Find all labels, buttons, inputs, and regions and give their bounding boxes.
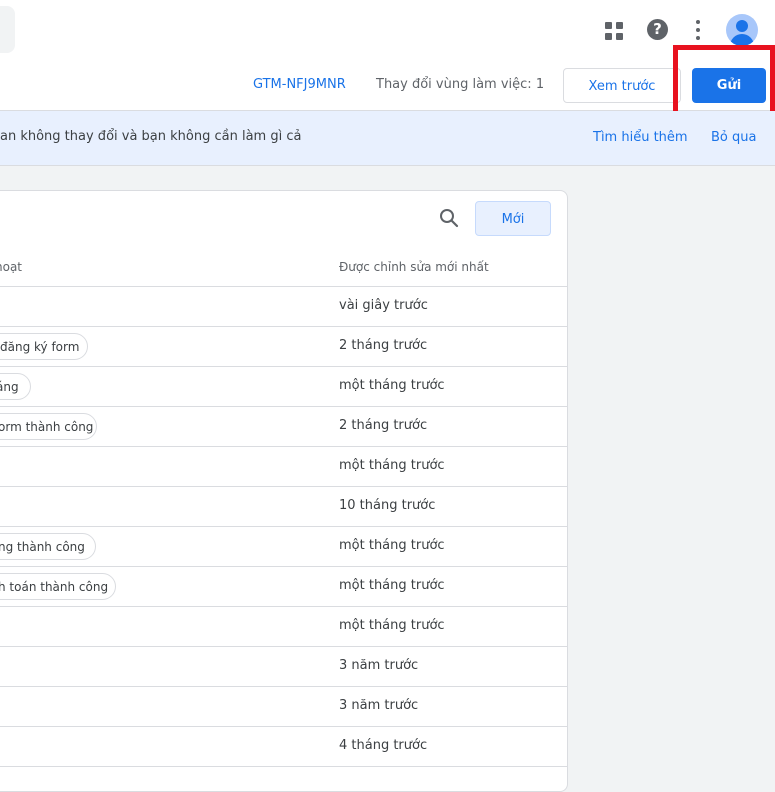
last-edited-cell: 2 tháng trước <box>339 418 428 433</box>
triggers-card: Mới hoạt Được chỉnh sửa mới nhất vài giâ… <box>0 190 568 792</box>
last-edited-cell: một tháng trước <box>339 578 445 593</box>
last-edited-cell: một tháng trước <box>339 538 445 553</box>
preview-button[interactable]: Xem trước <box>563 68 681 103</box>
table-body: vài giây trước đăng ký form 2 tháng trướ… <box>0 287 567 767</box>
submit-highlight-box <box>673 45 775 117</box>
table-row[interactable]: một tháng trước <box>0 447 567 487</box>
column-header-trigger[interactable]: hoạt <box>0 260 22 274</box>
column-header-last-edited[interactable]: Được chỉnh sửa mới nhất <box>339 260 489 274</box>
trigger-chip[interactable]: đăng ký form <box>0 333 88 360</box>
last-edited-cell: 3 năm trước <box>339 658 419 673</box>
table-row[interactable]: một tháng trước <box>0 607 567 647</box>
last-edited-cell: một tháng trước <box>339 458 445 473</box>
last-edited-cell: 2 tháng trước <box>339 338 428 353</box>
table-row[interactable]: 3 năm trước <box>0 687 567 727</box>
last-edited-cell: vài giây trước <box>339 298 428 313</box>
more-vert-icon[interactable] <box>690 20 706 40</box>
table-row[interactable]: 4 tháng trước <box>0 727 567 767</box>
apps-icon[interactable] <box>605 22 623 40</box>
help-icon[interactable]: ? <box>647 19 668 40</box>
container-id-link[interactable]: GTM-NFJ9MNR <box>253 77 346 92</box>
table-row[interactable]: vài giây trước <box>0 287 567 327</box>
search-box[interactable] <box>0 6 15 53</box>
trigger-chip[interactable]: orm thành công <box>0 413 97 440</box>
table-row[interactable]: orm thành công 2 tháng trước <box>0 407 567 447</box>
table-row[interactable]: 10 tháng trước <box>0 487 567 527</box>
trigger-chip[interactable]: h toán thành công <box>0 573 116 600</box>
dismiss-link[interactable]: Bỏ qua <box>711 130 756 145</box>
last-edited-cell: 4 tháng trước <box>339 738 428 753</box>
account-avatar[interactable] <box>726 14 758 46</box>
last-edited-cell: một tháng trước <box>339 378 445 393</box>
new-button[interactable]: Mới <box>475 201 551 236</box>
trigger-chip[interactable]: áng <box>0 373 31 400</box>
table-row[interactable]: 3 năm trước <box>0 647 567 687</box>
banner-message: an không thay đổi và bạn không cần làm g… <box>0 129 302 144</box>
search-icon[interactable] <box>439 208 459 228</box>
table-row[interactable]: h toán thành công một tháng trước <box>0 567 567 607</box>
info-banner: an không thay đổi và bạn không cần làm g… <box>0 111 775 166</box>
last-edited-cell: 10 tháng trước <box>339 498 436 513</box>
table-row[interactable]: đăng ký form 2 tháng trước <box>0 327 567 367</box>
workspace-changes-count: Thay đổi vùng làm việc: 1 <box>376 77 545 92</box>
table-row[interactable]: áng một tháng trước <box>0 367 567 407</box>
learn-more-link[interactable]: Tìm hiểu thêm <box>593 130 688 145</box>
top-app-bar: ? <box>0 0 775 63</box>
workspace-toolbar: GTM-NFJ9MNR Thay đổi vùng làm việc: 1 Xe… <box>0 62 775 111</box>
table-row[interactable]: ng thành công một tháng trước <box>0 527 567 567</box>
last-edited-cell: 3 năm trước <box>339 698 419 713</box>
trigger-chip[interactable]: ng thành công <box>0 533 96 560</box>
last-edited-cell: một tháng trước <box>339 618 445 633</box>
